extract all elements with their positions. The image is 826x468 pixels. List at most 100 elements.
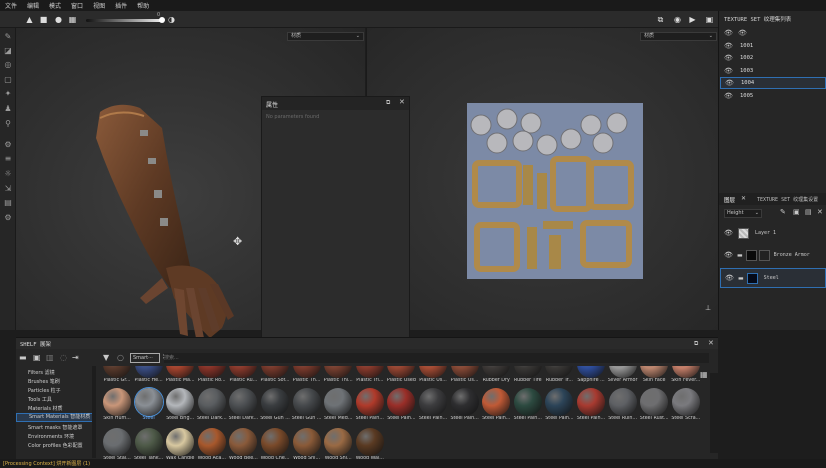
material-swatch[interactable]: Wood Bee... — [228, 428, 258, 460]
material-swatch[interactable]: Steel Pain... — [418, 388, 448, 421]
filter-icon[interactable]: ▼ — [103, 353, 109, 362]
texture-set-item[interactable]: 👁 1002 — [720, 52, 826, 64]
material-swatch[interactable]: Skin Hum... — [102, 388, 132, 421]
float-icon[interactable]: ⧉ — [694, 340, 698, 348]
import-icon[interactable]: ⇥ — [72, 353, 79, 362]
eye-icon[interactable]: 👁 — [724, 229, 734, 237]
layer-item-selected[interactable]: 👁 ▬ Steel — [720, 268, 826, 288]
material-grid-scrollbar[interactable] — [710, 373, 718, 453]
triangle-icon[interactable]: ▲ — [24, 14, 35, 25]
category-color-profiles[interactable]: Color profiles 色彩配置 — [28, 442, 83, 449]
category-smart-materials[interactable]: Smart Materials 智能材质 — [16, 413, 95, 422]
contrast-icon[interactable]: ◑ — [166, 14, 177, 25]
bake-icon[interactable]: ☼ — [3, 168, 13, 178]
material-swatch[interactable]: Steel Gun ... — [260, 388, 290, 421]
eye-icon[interactable]: 👁 — [724, 92, 734, 100]
material-swatch[interactable]: Plastic Used — [386, 366, 416, 383]
menu-edit[interactable]: 编辑 — [27, 1, 39, 10]
eye-icon[interactable]: 👁 — [725, 274, 735, 282]
square-icon[interactable]: ■ — [38, 14, 49, 25]
eraser-icon[interactable]: ◪ — [3, 45, 13, 55]
material-swatch[interactable]: Steel Pain... — [386, 388, 416, 421]
camera-video-icon[interactable]: ▶ — [687, 14, 698, 25]
material-swatch[interactable]: Steel Brig... — [165, 388, 195, 421]
material-swatch[interactable]: Plastic Thi... — [323, 366, 353, 383]
material-swatch[interactable]: Plastic Gr... — [102, 366, 132, 383]
categories-scrollbar[interactable] — [92, 366, 96, 458]
texture-set-item[interactable]: 👁 1001 — [720, 40, 826, 52]
material-swatch[interactable]: Steel Pain... — [355, 388, 385, 421]
menu-mode[interactable]: 模式 — [49, 1, 61, 10]
paint-brush-icon[interactable]: ✎ — [3, 31, 13, 41]
screenshot-icon[interactable]: ▣ — [704, 14, 715, 25]
clone-icon[interactable]: ♟ — [3, 103, 13, 113]
document-icon[interactable]: ▤ — [3, 197, 13, 207]
geometry-icon[interactable]: ▢ — [3, 74, 13, 84]
light-gizmo-icon[interactable]: ✥ — [233, 235, 242, 248]
texture-set-item[interactable]: 👁 1005 — [720, 90, 826, 102]
search-input[interactable] — [164, 353, 709, 363]
material-swatch[interactable]: Steel Scra... — [671, 388, 701, 421]
eye-icon[interactable]: 👁 — [725, 79, 735, 87]
grid-icon[interactable]: ▦ — [67, 14, 78, 25]
material-swatch[interactable]: Plastic Th... — [292, 366, 322, 383]
tab-layers[interactable]: 图层 — [724, 196, 735, 204]
viewport-2d[interactable]: 材质 ⌄ ⊥ — [366, 28, 718, 330]
material-swatch[interactable]: Wood Wal... — [355, 428, 385, 460]
eye-icon[interactable]: 👁 — [724, 42, 734, 50]
material-swatch[interactable]: Steel — [134, 388, 164, 421]
material-swatch[interactable]: Plastic Us... — [418, 366, 448, 383]
menu-view[interactable]: 视图 — [93, 1, 105, 10]
eye-icon[interactable]: 👁 — [724, 251, 734, 259]
material-swatch[interactable]: Wood Shi... — [323, 428, 353, 460]
material-swatch[interactable]: Plastic He... — [134, 366, 164, 383]
category-environments[interactable]: Environments 环境 — [28, 433, 74, 440]
channel-select[interactable]: Height ⌄ — [724, 209, 762, 218]
close-icon[interactable]: ✕ — [708, 339, 714, 347]
eye-icon[interactable]: 👁 — [724, 54, 734, 62]
category-tools[interactable]: Tools 工具 — [28, 396, 52, 403]
material-swatch[interactable]: Skin Fever... — [671, 366, 701, 383]
folder-icon[interactable]: ▬ — [19, 353, 27, 362]
menu-file[interactable]: 文件 — [5, 1, 17, 10]
grid-view-icon[interactable]: ▦ — [700, 370, 708, 379]
close-icon[interactable]: ✕ — [741, 195, 746, 202]
material-swatch[interactable]: Steel Pain... — [513, 388, 543, 421]
material-swatch[interactable]: Wood Aca... — [197, 428, 227, 460]
new-folder-icon[interactable]: ▣ — [33, 353, 41, 362]
brush-icon[interactable]: ✎ — [780, 208, 786, 216]
material-swatch[interactable]: Steel Pain... — [576, 388, 606, 421]
category-materials[interactable]: Materials 材质 — [28, 405, 63, 412]
tab-texture-set-settings[interactable]: TEXTURE SET 纹理集设置 — [757, 196, 818, 203]
material-swatch[interactable]: Steel Dark... — [228, 388, 258, 421]
folder-icon[interactable]: ▤ — [805, 208, 812, 216]
material-swatch[interactable]: Rubber Tr... — [544, 366, 574, 383]
export-icon[interactable]: ⇲ — [3, 183, 13, 193]
eye-icon[interactable]: 👁 — [724, 29, 734, 37]
texture-set-item-selected[interactable]: 👁 1004 — [720, 77, 826, 89]
material-swatch[interactable]: Steel Dark... — [197, 388, 227, 421]
menu-window[interactable]: 窗口 — [71, 1, 83, 10]
material-swatch[interactable]: Steel Ruin... — [608, 388, 638, 421]
eye-icon[interactable]: 👁 — [724, 67, 734, 75]
material-swatch[interactable]: Sapphire ... — [576, 366, 606, 383]
material-swatch[interactable]: Steel Pain... — [450, 388, 480, 421]
eye-icon[interactable]: 👁 — [738, 29, 748, 37]
material-swatch[interactable]: Steel Stai... — [102, 428, 132, 460]
material-swatch[interactable]: Plastic Sof... — [260, 366, 290, 383]
layout-icon[interactable]: ⧉ — [655, 14, 666, 25]
layers-icon[interactable]: ≡ — [3, 153, 13, 163]
material-swatch[interactable]: Plastic Ru... — [228, 366, 258, 383]
sphere-icon[interactable]: ● — [53, 14, 64, 25]
material-swatch[interactable]: Steel Med... — [323, 388, 353, 421]
material-swatch[interactable]: Plastic Ma... — [165, 366, 195, 383]
texture-set-item[interactable]: 👁 1003 — [720, 65, 826, 77]
material-swatch[interactable]: Skin Face — [639, 366, 669, 383]
material-swatch[interactable]: Steel Pain... — [544, 388, 574, 421]
add-layer-icon[interactable]: ▣ — [793, 208, 800, 216]
circle-icon[interactable]: ○ — [117, 353, 124, 362]
viewport-3d-mode-select[interactable]: 材质 ⌄ — [287, 32, 364, 41]
library-icon[interactable]: ▥ — [46, 353, 54, 362]
float-icon[interactable]: ⧉ — [386, 99, 390, 107]
material-swatch[interactable]: Steel Gun ... — [292, 388, 322, 421]
